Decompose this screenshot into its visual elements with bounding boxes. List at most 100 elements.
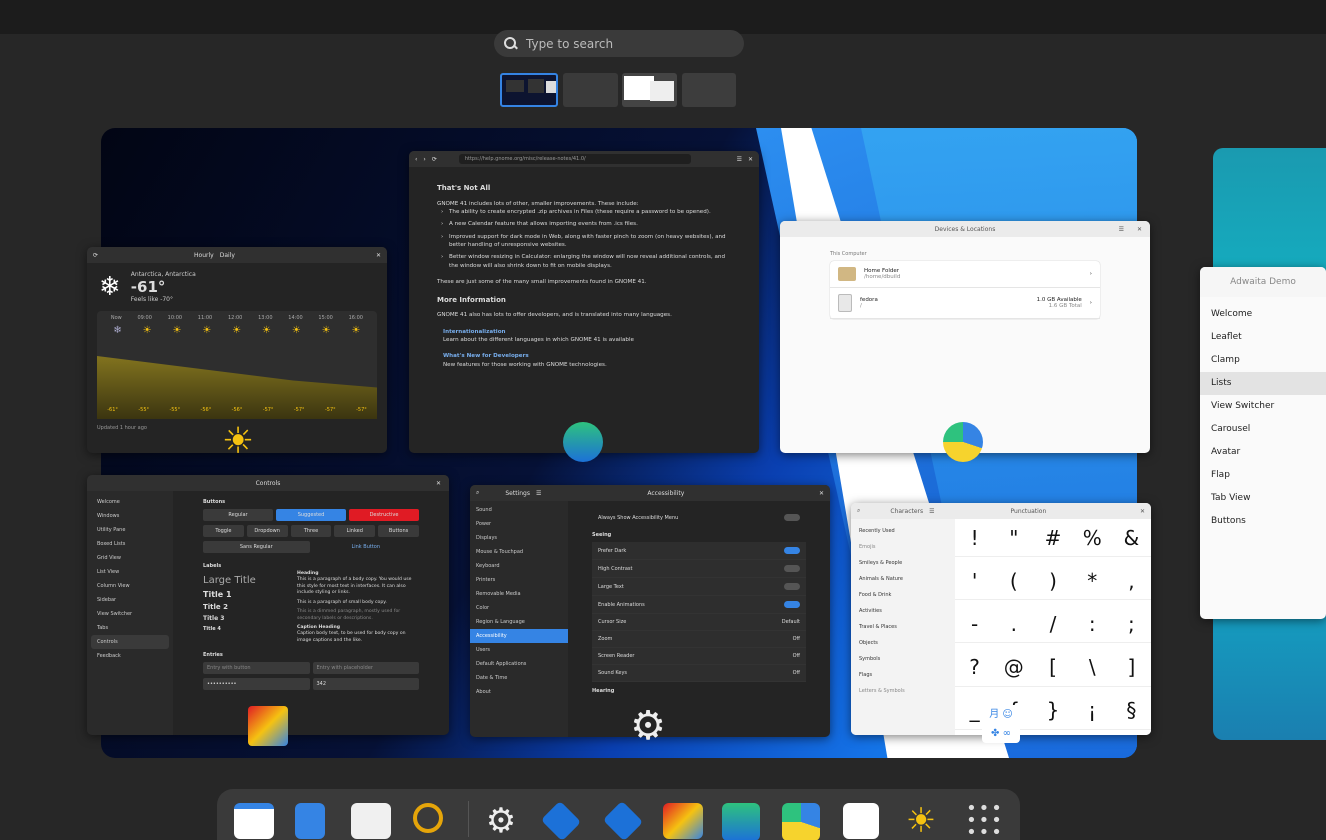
tab-daily[interactable]: Daily bbox=[220, 252, 235, 259]
sidebar-item[interactable]: About bbox=[470, 685, 568, 699]
glyph-cell[interactable]: & bbox=[1111, 519, 1151, 557]
inkscape-icon[interactable] bbox=[540, 800, 582, 840]
tab-hourly[interactable]: Hourly bbox=[194, 252, 214, 259]
workspace-thumbnail-1[interactable] bbox=[500, 73, 558, 107]
close-icon[interactable]: ✕ bbox=[376, 252, 381, 259]
glyph-cell[interactable]: " bbox=[994, 519, 1034, 557]
menu-icon[interactable]: ☰ bbox=[929, 508, 934, 515]
glyph-cell[interactable]: - bbox=[955, 605, 995, 644]
settings-window[interactable]: ⌕ Settings ☰ Accessibility ✕ Sound Power… bbox=[470, 485, 830, 737]
glyph-cell[interactable]: # bbox=[1033, 519, 1073, 557]
glyph-cell[interactable]: ! bbox=[955, 519, 995, 557]
builder-icon[interactable] bbox=[413, 803, 443, 833]
weather-location[interactable]: Antarctica, Antarctica bbox=[131, 271, 196, 278]
animations-switch[interactable] bbox=[784, 601, 800, 608]
disk-usage-icon[interactable] bbox=[782, 803, 820, 840]
disk-usage-window[interactable]: Devices & Locations ☰ ✕ This Computer Ho… bbox=[780, 221, 1150, 453]
sidebar-item[interactable]: Mouse & Touchpad bbox=[470, 545, 568, 559]
search-entry[interactable]: Type to search bbox=[494, 30, 744, 57]
weather-icon[interactable]: ☀ bbox=[901, 803, 941, 839]
close-icon[interactable]: ✕ bbox=[819, 490, 824, 497]
setting-row[interactable]: Sound Keys Off bbox=[592, 665, 806, 682]
sidebar-item[interactable]: Objects bbox=[855, 635, 951, 651]
search-icon[interactable]: ⌕ bbox=[857, 507, 860, 515]
sidebar-item[interactable]: Sound bbox=[470, 503, 568, 517]
sidebar-item[interactable]: Color bbox=[470, 601, 568, 615]
sidebar-item[interactable]: Leaflet bbox=[1200, 326, 1326, 349]
sidebar-item[interactable]: Tabs bbox=[91, 621, 169, 635]
sidebar-item[interactable]: Grid View bbox=[91, 551, 169, 565]
sidebar-item[interactable]: Welcome bbox=[1200, 303, 1326, 326]
sidebar-item[interactable]: Power bbox=[470, 517, 568, 531]
setting-row[interactable]: Enable Animations bbox=[592, 596, 806, 614]
sidebar-item[interactable]: Date & Time bbox=[470, 671, 568, 685]
sidebar-item[interactable]: Flags bbox=[855, 667, 951, 683]
sidebar-item[interactable]: Boxed Lists bbox=[91, 537, 169, 551]
fragments-icon[interactable] bbox=[663, 803, 703, 839]
web-icon[interactable] bbox=[722, 803, 760, 840]
web-browser-window[interactable]: ‹ › ⟳ https://help.gnome.org/misc/releas… bbox=[409, 151, 759, 453]
sidebar-item[interactable]: View Switcher bbox=[1200, 395, 1326, 418]
sidebar-item-recent[interactable]: Recently Used bbox=[855, 523, 951, 539]
sidebar-item[interactable]: Buttons bbox=[1200, 510, 1326, 533]
workspace-thumbnail-4[interactable] bbox=[682, 73, 736, 107]
software-icon[interactable] bbox=[351, 803, 391, 839]
glyph-cell[interactable]: ) bbox=[1033, 562, 1073, 601]
glyph-cell[interactable]: ( bbox=[994, 562, 1034, 601]
sidebar-item[interactable]: Windows bbox=[91, 509, 169, 523]
close-icon[interactable]: ✕ bbox=[748, 156, 753, 163]
setting-row[interactable]: Cursor Size Default bbox=[592, 614, 806, 631]
controls-demo-window[interactable]: Controls ✕ Welcome Windows Utility Pane … bbox=[87, 475, 449, 735]
sidebar-item-accessibility[interactable]: Accessibility bbox=[470, 629, 568, 643]
menu-icon[interactable]: ☰ bbox=[536, 490, 541, 497]
sidebar-item[interactable]: Activities bbox=[855, 603, 951, 619]
app-grid-icon[interactable]: ••• ••• ••• bbox=[965, 800, 1005, 840]
list-item-fedora[interactable]: fedora / 1.0 GB Available 1.6 GB Total › bbox=[830, 288, 1100, 319]
setting-row[interactable]: Zoom Off bbox=[592, 631, 806, 648]
spin-button[interactable]: 342 bbox=[312, 678, 419, 691]
sidebar-item[interactable]: Utility Pane bbox=[91, 523, 169, 537]
three-button[interactable]: Three bbox=[290, 525, 332, 537]
sidebar-item[interactable]: Carousel bbox=[1200, 418, 1326, 441]
glyph-cell[interactable]: ; bbox=[1111, 605, 1151, 644]
sidebar-item-controls[interactable]: Controls bbox=[91, 635, 169, 649]
glyph-cell[interactable]: % bbox=[1072, 519, 1112, 557]
link-whats-new-developers[interactable]: What's New for Developers bbox=[443, 352, 731, 360]
sidebar-item[interactable]: Users bbox=[470, 643, 568, 657]
sidebar-item[interactable]: Symbols bbox=[855, 651, 951, 667]
glyph-cell[interactable]: , bbox=[1111, 562, 1151, 601]
workspace-thumbnail-3[interactable] bbox=[622, 73, 677, 107]
sidebar-item[interactable]: Animals & Nature bbox=[855, 571, 951, 587]
sidebar-item-lists[interactable]: Lists bbox=[1200, 372, 1326, 395]
list-item-home[interactable]: Home Folder /home/dbuild › bbox=[830, 261, 1100, 288]
glyph-cell[interactable]: : bbox=[1072, 605, 1112, 644]
refresh-icon[interactable]: ⟳ bbox=[93, 252, 98, 259]
toggle-button[interactable]: Toggle bbox=[203, 525, 244, 537]
entry-with-button[interactable]: Entry with button bbox=[203, 662, 310, 675]
setting-row[interactable]: Large Text bbox=[592, 578, 806, 596]
entry-with-placeholder[interactable]: Entry with placeholder bbox=[312, 662, 419, 675]
setting-row[interactable]: Screen Reader Off bbox=[592, 648, 806, 665]
address-bar[interactable]: https://help.gnome.org/misc/release-note… bbox=[458, 154, 691, 164]
sidebar-item[interactable]: Travel & Places bbox=[855, 619, 951, 635]
glyph-cell[interactable]: } bbox=[1033, 692, 1073, 730]
forward-icon[interactable]: › bbox=[423, 156, 425, 163]
glyph-cell[interactable]: [ bbox=[1033, 649, 1073, 687]
glyph-cell[interactable]: . bbox=[994, 605, 1034, 644]
sidebar-item[interactable]: Sidebar bbox=[91, 593, 169, 607]
prefer-dark-switch[interactable] bbox=[784, 547, 800, 554]
glyph-cell[interactable]: \ bbox=[1072, 649, 1112, 687]
always-show-switch[interactable] bbox=[784, 514, 800, 521]
glyph-cell[interactable]: @ bbox=[994, 649, 1034, 687]
glyph-cell[interactable]: ¡ bbox=[1072, 692, 1112, 730]
reload-icon[interactable]: ⟳ bbox=[432, 156, 437, 163]
inkscape-icon[interactable] bbox=[602, 800, 644, 840]
sidebar-item[interactable]: Food & Drink bbox=[855, 587, 951, 603]
menu-icon[interactable]: ☰ bbox=[737, 156, 742, 163]
large-text-switch[interactable] bbox=[784, 583, 800, 590]
password-entry[interactable]: •••••••••• bbox=[203, 678, 310, 691]
glyph-cell[interactable]: § bbox=[1111, 692, 1151, 730]
sidebar-item[interactable]: Keyboard bbox=[470, 559, 568, 573]
regular-button[interactable]: Regular bbox=[203, 509, 273, 521]
sidebar-item[interactable]: Avatar bbox=[1200, 441, 1326, 464]
